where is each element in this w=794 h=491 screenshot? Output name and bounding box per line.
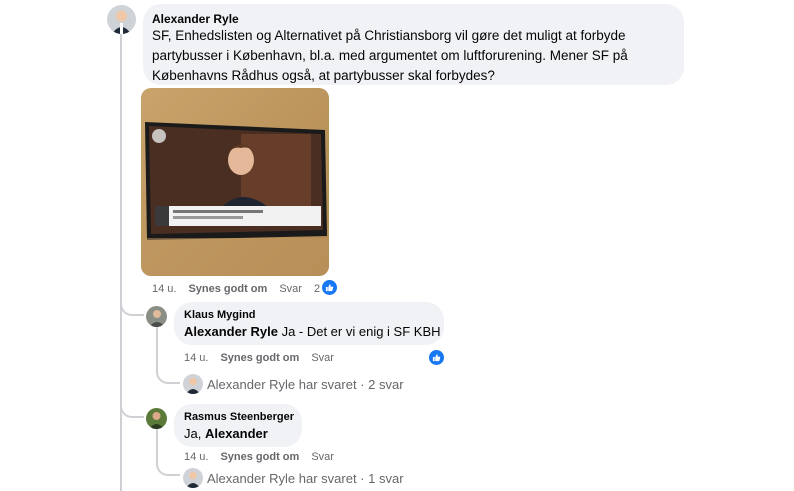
comment-bubble-main: Alexander Ryle SF, Enhedslisten og Alter…: [143, 4, 684, 85]
thread-branch-reply-1: [156, 366, 180, 384]
reply-button[interactable]: Svar: [311, 451, 334, 463]
view-replies-link[interactable]: Alexander Ryle har svaret · 1 svar: [207, 471, 404, 486]
view-replies-link[interactable]: Alexander Ryle har svaret · 2 svar: [207, 377, 404, 392]
thread-branch-1: [120, 296, 144, 316]
thread-line-reply-1: [156, 326, 158, 370]
thread-line-reply-2: [156, 428, 158, 462]
comment-age[interactable]: 14 u.: [152, 283, 176, 295]
avatar-image: [146, 408, 167, 429]
thumbs-up-icon: [325, 284, 334, 292]
reply-button[interactable]: Svar: [279, 283, 302, 295]
avatar-rasmus-steenberger[interactable]: [146, 408, 167, 429]
mention-link[interactable]: Alexander Ryle: [184, 324, 278, 339]
comment-meta-main: 14 u. Synes godt om Svar: [152, 283, 302, 295]
reply-button[interactable]: Svar: [311, 352, 334, 364]
tv-photo-image: [141, 88, 329, 276]
avatar-image: [183, 468, 203, 488]
avatar-image: [146, 306, 167, 327]
reply-author[interactable]: Klaus Mygind: [184, 309, 256, 321]
mention-link[interactable]: Alexander: [205, 426, 268, 441]
reaction-count[interactable]: 2: [314, 283, 320, 295]
reply-author[interactable]: Rasmus Steenberger: [184, 411, 294, 423]
reply-text: Ja,: [184, 426, 202, 441]
reply-text: Ja - Det er vi enig i SF KBH: [281, 324, 441, 339]
thumbs-up-icon: [432, 354, 441, 362]
comment-photo[interactable]: [141, 88, 329, 276]
reply-text-line: Ja, Alexander: [184, 424, 268, 444]
like-reaction-icon[interactable]: [322, 280, 337, 295]
avatar-image: [183, 374, 203, 394]
like-button[interactable]: Synes godt om: [188, 283, 267, 295]
thread-line-main: [120, 34, 122, 491]
reply-bubble-1: Klaus Mygind Alexander Ryle Ja - Det er …: [174, 302, 444, 345]
comment-text: SF, Enhedslisten og Alternativet på Chri…: [152, 28, 628, 83]
reply-age[interactable]: 14 u.: [184, 451, 208, 463]
like-button[interactable]: Synes godt om: [220, 352, 299, 364]
thread-branch-reply-2: [156, 458, 180, 476]
reply-meta-1: 14 u. Synes godt om Svar: [184, 352, 334, 364]
like-button[interactable]: Synes godt om: [220, 451, 299, 463]
avatar-klaus-mygind[interactable]: [146, 306, 167, 327]
avatar-alexander-ryle-small: [183, 468, 203, 488]
reply-age[interactable]: 14 u.: [184, 352, 208, 364]
avatar-alexander-ryle-small: [183, 374, 203, 394]
reply-text-line: Alexander Ryle Ja - Det er vi enig i SF …: [184, 322, 441, 342]
avatar-image: [107, 5, 136, 34]
reply-bubble-2: Rasmus Steenberger Ja, Alexander: [174, 404, 302, 447]
avatar-alexander-ryle[interactable]: [107, 5, 136, 34]
thread-branch-2: [120, 398, 144, 418]
like-reaction-icon[interactable]: [429, 350, 444, 365]
comment-author[interactable]: Alexander Ryle: [152, 12, 239, 26]
reply-meta-2: 14 u. Synes godt om Svar: [184, 451, 334, 463]
